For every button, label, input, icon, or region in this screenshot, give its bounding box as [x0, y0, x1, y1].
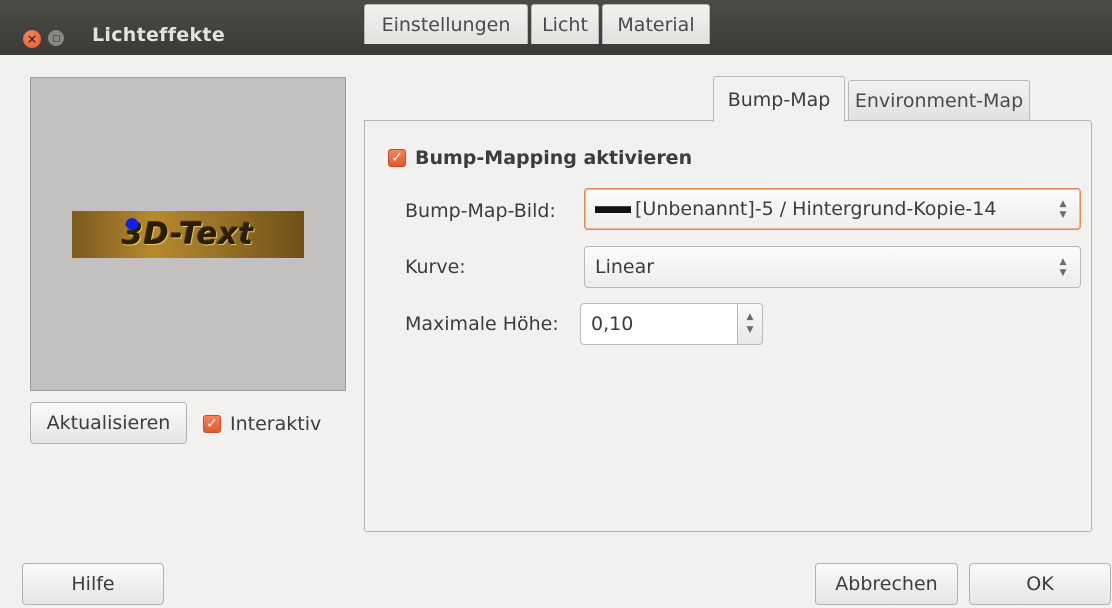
image-thumbnail [595, 205, 631, 213]
tab-einstellungen[interactable]: Einstellungen [364, 4, 528, 44]
refresh-button[interactable]: Aktualisieren [30, 402, 187, 444]
max-height-label: Maximale Höhe: [405, 313, 559, 335]
window-title: Lichteffekte [92, 24, 226, 46]
increment-icon[interactable]: ▲ [747, 313, 754, 322]
cancel-button[interactable]: Abbrechen [815, 563, 958, 605]
close-icon[interactable]: × [23, 30, 41, 48]
bump-mapping-label: Bump-Mapping aktivieren [415, 147, 693, 169]
updown-arrows-icon: ▲ ▼ [1059, 257, 1067, 278]
curve-label: Kurve: [405, 256, 466, 278]
decrement-icon[interactable]: ▼ [747, 326, 754, 335]
curve-combo[interactable]: Linear ▲ ▼ [584, 246, 1081, 288]
curve-value: Linear [595, 256, 655, 278]
bump-mapping-checkbox[interactable]: ✓ Bump-Mapping aktivieren [388, 147, 692, 169]
preview-area[interactable]: 3D-Text [30, 77, 346, 391]
updown-arrows-icon: ▲ ▼ [1059, 199, 1067, 220]
check-icon[interactable]: ✓ [203, 415, 221, 433]
help-button[interactable]: Hilfe [22, 563, 164, 605]
minimize-icon[interactable] [48, 30, 64, 46]
max-height-input[interactable]: 0,10 [580, 303, 738, 345]
tab-licht[interactable]: Licht [531, 4, 599, 44]
light-position-marker[interactable] [126, 218, 138, 230]
check-icon[interactable]: ✓ [388, 149, 406, 167]
bump-map-image-label: Bump-Map-Bild: [405, 200, 556, 222]
max-height-stepper[interactable]: ▲ ▼ [737, 303, 763, 345]
preview-image: 3D-Text [72, 211, 304, 258]
bump-map-image-value: [Unbenannt]-5 / Hintergrund-Kopie-14 [635, 198, 997, 220]
interactive-checkbox[interactable]: ✓ Interaktiv [203, 413, 321, 435]
tab-environment-map[interactable]: Environment-Map [848, 80, 1030, 120]
bump-map-image-combo[interactable]: [Unbenannt]-5 / Hintergrund-Kopie-14 ▲ ▼ [584, 188, 1081, 230]
interactive-label: Interaktiv [230, 413, 322, 435]
ok-button[interactable]: OK [969, 563, 1111, 605]
tab-bump-map[interactable]: Bump-Map [713, 76, 845, 122]
tab-material[interactable]: Material [602, 4, 710, 44]
